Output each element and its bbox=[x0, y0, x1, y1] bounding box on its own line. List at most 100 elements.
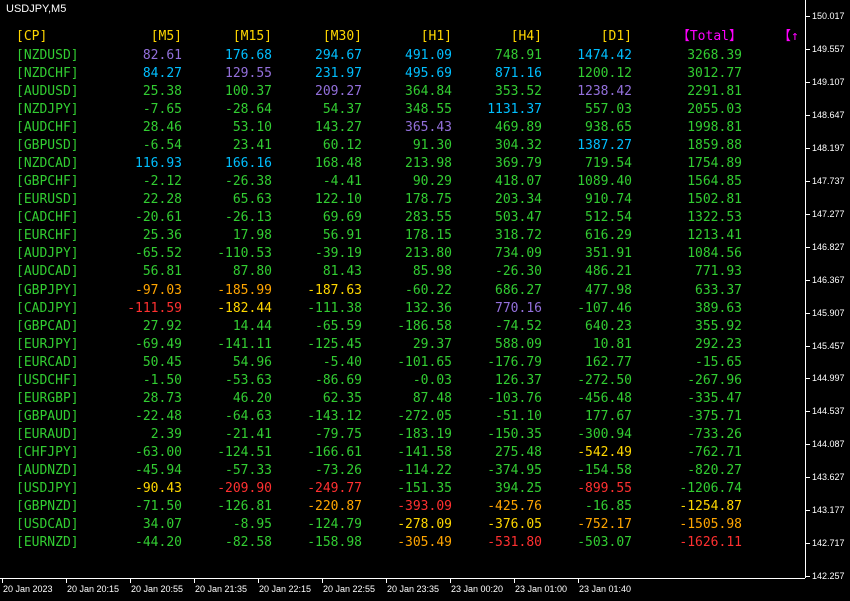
value-cell: 143.27 bbox=[315, 120, 362, 136]
pair-label: [EURCHF] bbox=[16, 228, 79, 244]
value-cell: -209.90 bbox=[217, 480, 272, 496]
value-cell: 616.29 bbox=[585, 228, 632, 244]
time-tick bbox=[386, 579, 387, 583]
price-tick bbox=[806, 313, 810, 314]
value-cell: -111.38 bbox=[307, 300, 362, 316]
value-cell: 81.43 bbox=[322, 264, 362, 280]
time-label: 20 Jan 22:55 bbox=[323, 584, 376, 594]
value-cell: 82.61 bbox=[142, 48, 182, 63]
value-cell: 770.16 bbox=[495, 300, 542, 316]
pair-label: [EURCAD] bbox=[16, 354, 79, 370]
value-cell: -503.07 bbox=[577, 535, 632, 551]
column-header-total: 【Total】 bbox=[676, 29, 742, 44]
value-cell: 1754.89 bbox=[687, 156, 742, 172]
value-cell: -16.85 bbox=[585, 499, 632, 514]
value-cell: 91.30 bbox=[412, 138, 452, 154]
price-tick bbox=[806, 576, 810, 577]
value-cell: -7.65 bbox=[142, 102, 182, 118]
value-cell: 771.93 bbox=[695, 264, 742, 280]
value-cell: 3012.77 bbox=[687, 66, 742, 82]
value-cell: 292.23 bbox=[695, 336, 742, 352]
price-tick bbox=[806, 280, 810, 281]
value-cell: -335.47 bbox=[687, 390, 742, 406]
price-tick bbox=[806, 214, 810, 215]
time-axis[interactable]: 20 Jan 2023 20 Jan 20:15 20 Jan 20:55 20 Ja… bbox=[0, 578, 805, 601]
value-cell: -542.49 bbox=[577, 444, 632, 460]
pair-label: [NZDCAD] bbox=[16, 156, 79, 172]
chart-area[interactable]: USDJPY,M5 [CP] [M5] [M15] [M30] [H1] [H4] [D1]… bbox=[0, 0, 805, 578]
value-cell: 1474.42 bbox=[577, 48, 632, 63]
value-cell: 29.37 bbox=[412, 336, 452, 352]
pair-label: [NZDUSD] bbox=[16, 48, 79, 63]
value-cell: 25.38 bbox=[142, 84, 182, 100]
value-cell: -374.95 bbox=[487, 462, 542, 478]
value-cell: 719.54 bbox=[585, 156, 632, 172]
value-cell: -51.10 bbox=[495, 408, 542, 424]
value-cell: -110.53 bbox=[217, 246, 272, 262]
time-label: 20 Jan 22:15 bbox=[259, 584, 312, 594]
value-cell: 495.69 bbox=[405, 66, 452, 82]
value-cell: 355.92 bbox=[695, 318, 742, 334]
value-cell: -22.48 bbox=[135, 408, 182, 424]
price-label: 145.907 bbox=[812, 308, 845, 318]
value-cell: -97.03 bbox=[135, 282, 182, 298]
value-cell: 25.36 bbox=[142, 228, 182, 244]
time-label: 23 Jan 00:20 bbox=[451, 584, 504, 594]
value-cell: 1859.88 bbox=[687, 138, 742, 154]
pair-label: [EURUSD] bbox=[16, 192, 79, 208]
value-cell: 910.74 bbox=[585, 192, 632, 208]
price-label: 148.197 bbox=[812, 143, 845, 153]
pair-label: [CADJPY] bbox=[16, 300, 79, 316]
value-cell: 275.48 bbox=[495, 444, 542, 460]
value-cell: 557.03 bbox=[585, 102, 632, 118]
value-cell: 871.16 bbox=[495, 66, 542, 82]
price-label: 143.177 bbox=[812, 505, 845, 515]
time-tick bbox=[322, 579, 323, 583]
value-cell: -86.69 bbox=[315, 372, 362, 388]
pair-label: [GBPCAD] bbox=[16, 318, 79, 334]
value-cell: -126.81 bbox=[217, 499, 272, 514]
value-cell: 364.84 bbox=[405, 84, 452, 100]
value-cell: 491.09 bbox=[405, 48, 452, 63]
price-axis[interactable]: 150.017 149.557 149.107 148.647 148.197 147.7… bbox=[805, 0, 850, 581]
value-cell: 1998.81 bbox=[687, 120, 742, 136]
value-cell: -176.79 bbox=[487, 354, 542, 370]
value-cell: -185.99 bbox=[217, 282, 272, 298]
value-cell: 318.72 bbox=[495, 228, 542, 244]
time-label: 20 Jan 21:35 bbox=[195, 584, 248, 594]
value-cell: 54.96 bbox=[232, 354, 272, 370]
value-cell: 3268.39 bbox=[687, 48, 742, 63]
price-label: 146.367 bbox=[812, 275, 845, 285]
value-cell: -300.94 bbox=[577, 426, 632, 442]
value-cell: 477.98 bbox=[585, 282, 632, 298]
value-cell: -65.59 bbox=[315, 318, 362, 334]
value-cell: 283.55 bbox=[405, 210, 452, 226]
value-cell: 1238.42 bbox=[577, 84, 632, 100]
pair-label: [USDCHF] bbox=[16, 372, 79, 388]
value-cell: -53.63 bbox=[225, 372, 272, 388]
column-header: [H4] bbox=[510, 29, 542, 44]
value-cell: -8.95 bbox=[232, 517, 272, 533]
value-cell: -71.50 bbox=[135, 499, 182, 514]
value-cell: 348.55 bbox=[405, 102, 452, 118]
price-label: 142.257 bbox=[812, 571, 845, 581]
price-label: 146.827 bbox=[812, 242, 845, 252]
time-label: 20 Jan 20:15 bbox=[67, 584, 120, 594]
column-header-cp: [CP] bbox=[16, 29, 48, 44]
price-tick bbox=[806, 378, 810, 379]
value-cell: -2.12 bbox=[142, 174, 182, 190]
value-cell: -15.65 bbox=[695, 354, 742, 370]
value-cell: 60.12 bbox=[322, 138, 362, 154]
value-cell: -752.17 bbox=[577, 517, 632, 533]
time-label: 23 Jan 01:00 bbox=[515, 584, 568, 594]
value-cell: -272.50 bbox=[577, 372, 632, 388]
value-cell: 177.67 bbox=[585, 408, 632, 424]
price-tick bbox=[806, 411, 810, 412]
time-tick bbox=[194, 579, 195, 583]
value-cell: -249.77 bbox=[307, 480, 362, 496]
value-cell: 512.54 bbox=[585, 210, 632, 226]
value-cell: 418.07 bbox=[495, 174, 542, 190]
value-cell: 351.91 bbox=[585, 246, 632, 262]
value-cell: 486.21 bbox=[585, 264, 632, 280]
value-cell: -531.80 bbox=[487, 535, 542, 551]
